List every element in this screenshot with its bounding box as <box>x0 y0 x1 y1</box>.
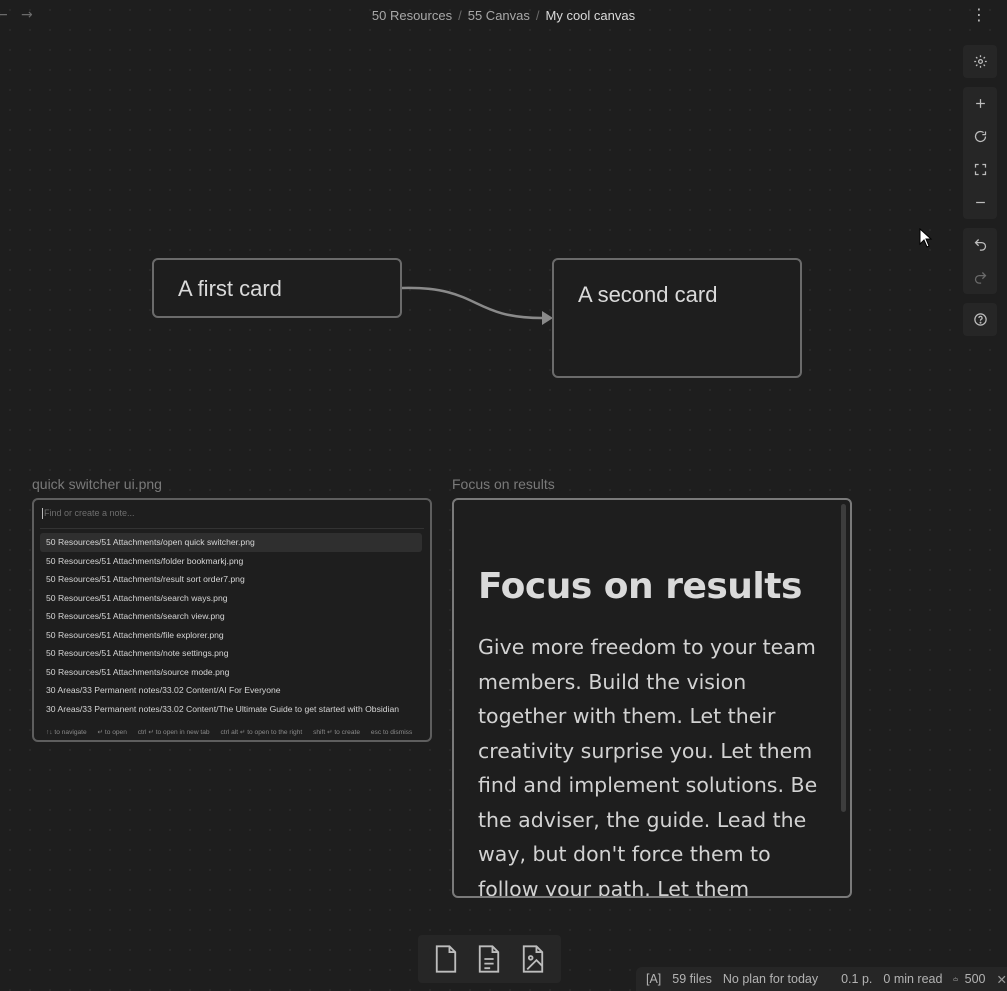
list-item: 50 Resources/51 Attachments/search view.… <box>46 611 225 621</box>
divider <box>40 528 424 529</box>
list-item: 50 Resources/51 Attachments/file explore… <box>46 629 224 640</box>
robot-icon[interactable] <box>953 972 959 986</box>
vim-mode-indicator: [A] <box>646 972 662 986</box>
quick-switcher-image-card[interactable]: Find or create a note... 50 Resources/51… <box>32 498 432 742</box>
page-count: 0.1 p. <box>841 972 873 986</box>
note-card-label: Focus on results <box>452 476 555 492</box>
card-text: A first card <box>178 276 282 301</box>
second-card[interactable]: A second card <box>552 258 802 378</box>
list-item: 50 Resources/51 Attachments/note setting… <box>46 648 229 658</box>
focus-note-card[interactable]: Focus on results Give more freedom to yo… <box>452 498 852 898</box>
list-item: 50 Resources/51 Attachments/folder bookm… <box>46 555 244 566</box>
footer-hint: ctrl alt ↵ to open to the right <box>220 729 303 736</box>
quick-switcher-input: Find or create a note... <box>42 508 135 519</box>
file-count[interactable]: 59 files <box>672 972 712 986</box>
list-item: 50 Resources/51 Attachments/open quick s… <box>40 533 422 552</box>
mouse-cursor-icon <box>919 228 933 248</box>
first-card[interactable]: A first card <box>152 258 402 318</box>
footer-hint: esc to dismiss <box>370 729 413 736</box>
list-item: 30 Areas/33 Permanent notes/33.02 Conten… <box>46 685 281 695</box>
read-time: 0 min read <box>883 972 943 986</box>
list-item: 30 Areas/33 Permanent notes/33.02 Conten… <box>46 703 400 714</box>
status-bar: [A] 59 files No plan for today 0.1 p. 0 … <box>636 967 1007 991</box>
quick-switcher-footer: ↑↓ to navigate ↵ to open ctrl ↵ to open … <box>46 728 421 736</box>
add-node-bar <box>418 935 561 983</box>
footer-hint: ↑↓ to navigate <box>46 729 87 736</box>
add-media-icon[interactable] <box>519 944 547 974</box>
add-note-icon[interactable] <box>475 944 503 974</box>
add-card-icon[interactable] <box>432 944 460 974</box>
word-count: 500 <box>964 972 986 986</box>
daily-plan-status[interactable]: No plan for today <box>723 972 818 986</box>
note-heading: Focus on results <box>478 566 802 607</box>
card-text: A second card <box>578 282 718 307</box>
footer-hint: shift ↵ to create <box>313 729 361 736</box>
list-item: 50 Resources/51 Attachments/source mode.… <box>46 666 230 677</box>
sync-off-icon[interactable]: ✕ <box>997 972 1007 987</box>
note-body: Give more freedom to your team members. … <box>478 635 818 898</box>
quick-switcher-results: 50 Resources/51 Attachments/open quick s… <box>40 533 422 718</box>
list-item: 50 Resources/51 Attachments/result sort … <box>46 574 245 584</box>
footer-hint: ctrl ↵ to open in new tab <box>137 729 210 736</box>
note-scrollbar[interactable] <box>841 504 846 812</box>
image-card-label: quick switcher ui.png <box>32 476 162 492</box>
footer-hint: ↵ to open <box>97 729 127 736</box>
list-item: 50 Resources/51 Attachments/search ways.… <box>46 592 228 603</box>
